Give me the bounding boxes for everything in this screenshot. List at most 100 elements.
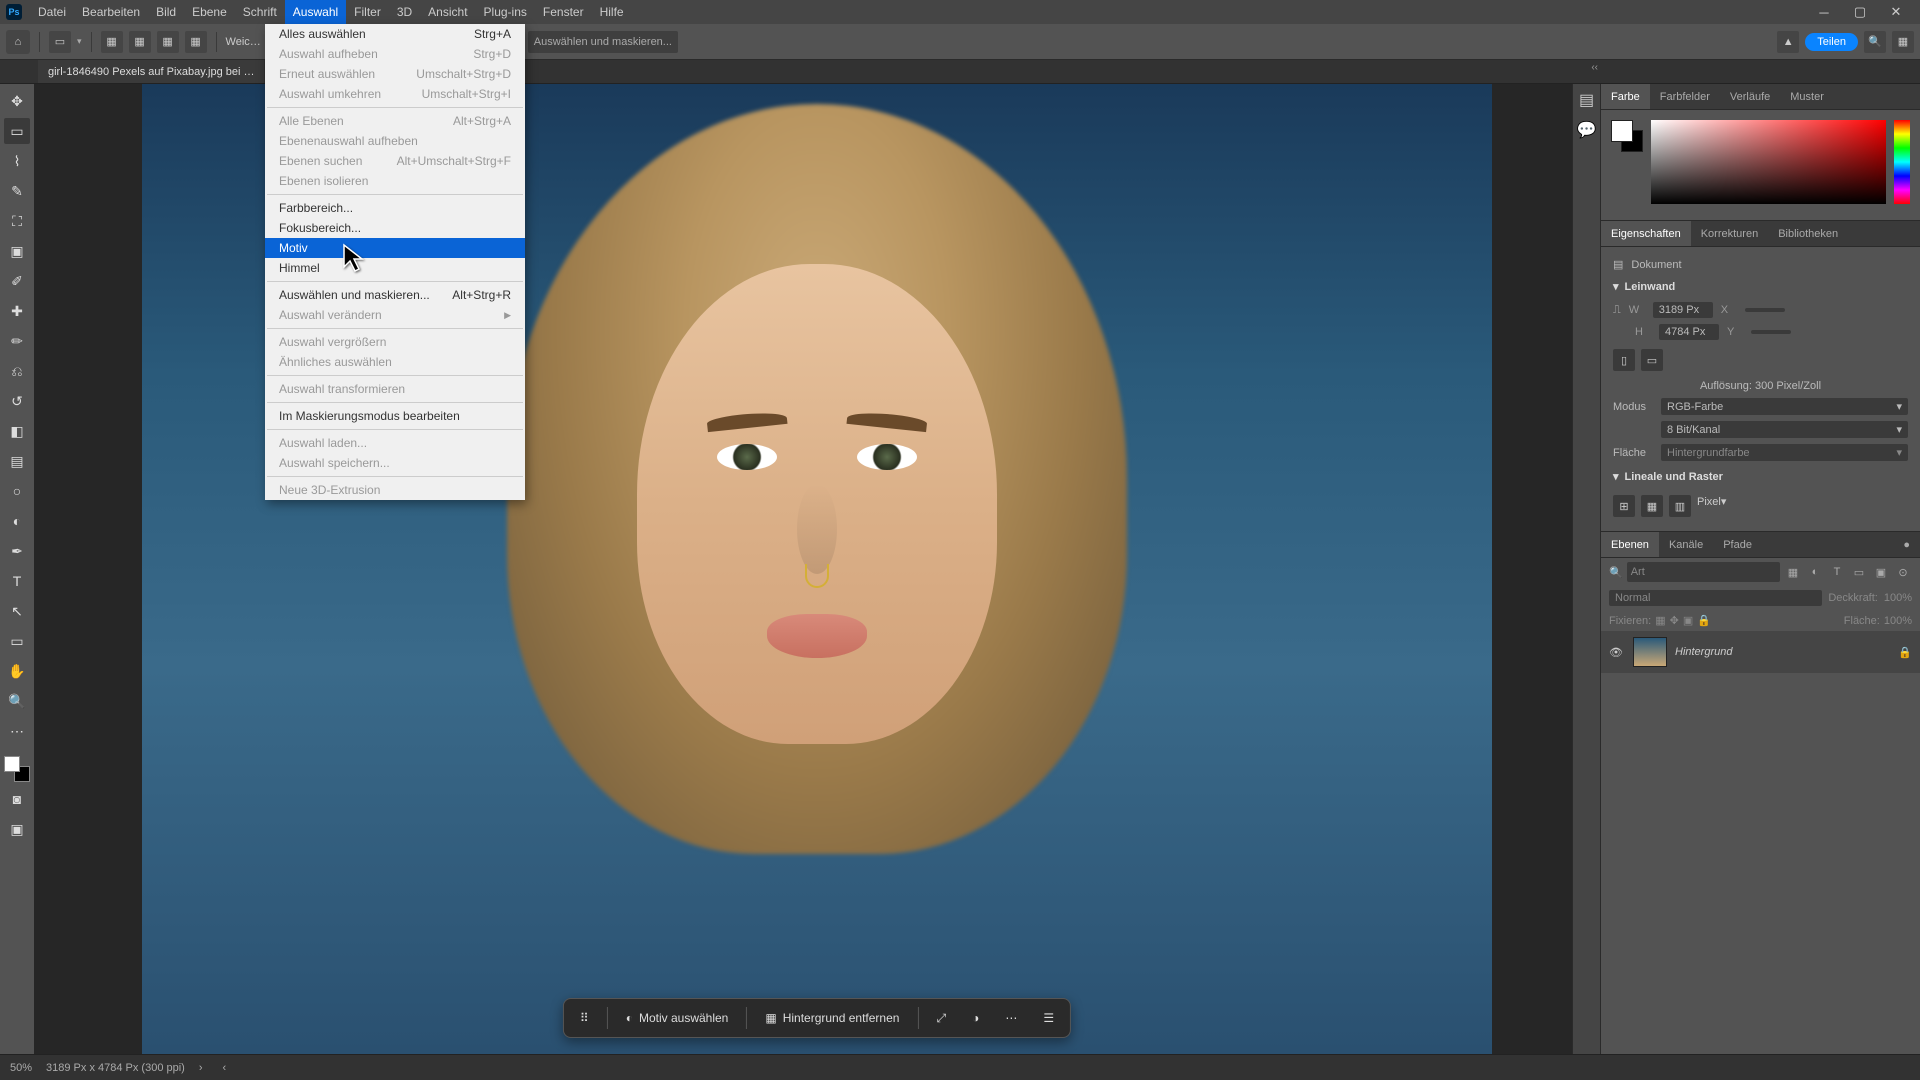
menu-hilfe[interactable]: Hilfe [592, 0, 632, 24]
history-brush-tool-icon[interactable]: ↺ [4, 388, 30, 414]
properties-toggle-icon[interactable]: ☰ [1035, 1007, 1062, 1029]
remove-background-button[interactable]: ▦ Hintergrund entfernen [757, 1007, 907, 1029]
collapse-panels-arrow-icon[interactable]: ‹‹ [1591, 62, 1598, 73]
dodge-tool-icon[interactable]: ◐ [4, 508, 30, 534]
hue-strip[interactable] [1894, 120, 1910, 204]
layers-panel-menu-icon[interactable]: ● [1893, 532, 1920, 557]
layer-row-background[interactable]: 👁 Hintergrund 🔒 [1601, 631, 1920, 673]
menu-ebene[interactable]: Ebene [184, 0, 235, 24]
collapsed-panel-icon-b[interactable]: 💬 [1577, 120, 1597, 140]
menu-filter[interactable]: Filter [346, 0, 389, 24]
menu-auswahl[interactable]: Auswahl [285, 0, 346, 24]
tab-bibliotheken[interactable]: Bibliotheken [1768, 221, 1848, 246]
crop-tool-icon[interactable]: ⛶ [4, 208, 30, 234]
cloud-docs-icon[interactable]: ▲ [1777, 31, 1799, 53]
filter-adjust-icon[interactable]: ◐ [1806, 563, 1824, 581]
menu-bearbeiten[interactable]: Bearbeiten [74, 0, 148, 24]
menu-datei[interactable]: Datei [30, 0, 74, 24]
menu-item[interactable]: Alles auswählenStrg+A [265, 24, 525, 44]
bit-depth-dropdown[interactable]: 8 Bit/Kanal▾ [1661, 421, 1908, 438]
new-selection-icon[interactable]: ▦ [101, 31, 123, 53]
adjustment-icon[interactable]: ◑ [964, 1007, 987, 1029]
foreground-swatch[interactable] [4, 756, 20, 772]
document-tab[interactable]: girl-1846490 Pexels auf Pixabay.jpg bei … [38, 60, 264, 83]
workspace-icon[interactable]: ▦ [1892, 31, 1914, 53]
grid-icon[interactable]: ▦ [1641, 495, 1663, 517]
lock-all-icon[interactable]: 🔒 [1697, 614, 1711, 627]
layer-fill-value[interactable]: 100% [1884, 615, 1912, 627]
healing-tool-icon[interactable]: ✚ [4, 298, 30, 324]
move-tool-icon[interactable]: ✥ [4, 88, 30, 114]
y-value[interactable] [1751, 330, 1791, 334]
blend-mode-dropdown[interactable]: Normal [1609, 590, 1822, 606]
edit-toolbar-icon[interactable]: ⋯ [4, 718, 30, 744]
shape-tool-icon[interactable]: ▭ [4, 628, 30, 654]
eraser-tool-icon[interactable]: ◧ [4, 418, 30, 444]
tab-korrekturen[interactable]: Korrekturen [1691, 221, 1768, 246]
menu-schrift[interactable]: Schrift [235, 0, 285, 24]
path-select-tool-icon[interactable]: ↖ [4, 598, 30, 624]
brush-tool-icon[interactable]: ✏ [4, 328, 30, 354]
color-swatch-pair[interactable] [1611, 120, 1643, 152]
menu-ansicht[interactable]: Ansicht [420, 0, 475, 24]
home-icon[interactable]: ⌂ [6, 30, 30, 54]
search-icon[interactable]: 🔍 [1864, 31, 1886, 53]
menu-fenster[interactable]: Fenster [535, 0, 592, 24]
blur-tool-icon[interactable]: ○ [4, 478, 30, 504]
share-button[interactable]: Teilen [1805, 33, 1858, 51]
menu-item[interactable]: Farbbereich... [265, 198, 525, 218]
orientation-portrait-icon[interactable]: ▯ [1613, 349, 1635, 371]
menu-item[interactable]: Himmel [265, 258, 525, 278]
fill-color-dropdown[interactable]: Hintergrundfarbe▾ [1661, 444, 1908, 461]
marquee-tool-icon[interactable]: ▭ [4, 118, 30, 144]
layer-filter-dropdown[interactable]: Art [1627, 562, 1780, 582]
opacity-value[interactable]: 100% [1884, 592, 1912, 604]
menu-item[interactable]: Motiv [265, 238, 525, 258]
lock-pixels-icon[interactable]: ▦ [1655, 614, 1665, 627]
color-field[interactable] [1651, 120, 1886, 204]
tab-kanaele[interactable]: Kanäle [1659, 532, 1713, 557]
lock-artboard-icon[interactable]: ▣ [1683, 614, 1693, 627]
height-value[interactable]: 4784 Px [1659, 324, 1719, 340]
screen-mode-icon[interactable]: ▣ [4, 816, 30, 842]
x-value[interactable] [1745, 308, 1785, 312]
more-options-icon[interactable]: ⋯ [997, 1007, 1025, 1029]
stamp-tool-icon[interactable]: ⎌ [4, 358, 30, 384]
add-selection-icon[interactable]: ▦ [129, 31, 151, 53]
menu-item[interactable]: Im Maskierungsmodus bearbeiten [265, 406, 525, 426]
tab-pfade[interactable]: Pfade [1713, 532, 1762, 557]
canvas-section-header[interactable]: ▾Leinwand [1613, 274, 1908, 299]
select-and-mask-button[interactable]: Auswählen und maskieren... [528, 31, 678, 53]
zoom-level[interactable]: 50% [10, 1062, 32, 1074]
type-tool-icon[interactable]: T [4, 568, 30, 594]
hand-tool-icon[interactable]: ✋ [4, 658, 30, 684]
window-maximize[interactable]: ▢ [1842, 0, 1878, 24]
menu-item[interactable]: Fokusbereich... [265, 218, 525, 238]
menu-item[interactable]: Auswählen und maskieren...Alt+Strg+R [265, 285, 525, 305]
layer-name[interactable]: Hintergrund [1675, 646, 1890, 658]
filter-image-icon[interactable]: ▦ [1784, 563, 1802, 581]
tool-preset-icon[interactable]: ▭ [49, 31, 71, 53]
filter-toggle[interactable]: ⊙ [1894, 563, 1912, 581]
quick-select-tool-icon[interactable]: ✎ [4, 178, 30, 204]
layer-lock-icon[interactable]: 🔒 [1898, 646, 1912, 659]
lock-position-icon[interactable]: ✥ [1670, 614, 1679, 627]
link-dims-icon[interactable]: ⎍ [1613, 304, 1621, 317]
tab-verlaeufe[interactable]: Verläufe [1720, 84, 1780, 109]
guides-icon[interactable]: ▥ [1669, 495, 1691, 517]
gradient-tool-icon[interactable]: ▤ [4, 448, 30, 474]
lasso-tool-icon[interactable]: ⌇ [4, 148, 30, 174]
transform-icon[interactable]: ⤢ [928, 1007, 954, 1030]
zoom-tool-icon[interactable]: 🔍 [4, 688, 30, 714]
tab-farbfelder[interactable]: Farbfelder [1650, 84, 1720, 109]
rulers-section-header[interactable]: ▾Lineale und Raster [1613, 464, 1908, 489]
intersect-selection-icon[interactable]: ▦ [185, 31, 207, 53]
color-swatches[interactable] [4, 756, 30, 782]
menu-plug-ins[interactable]: Plug-ins [476, 0, 535, 24]
filter-shape-icon[interactable]: ▭ [1850, 563, 1868, 581]
orientation-landscape-icon[interactable]: ▭ [1641, 349, 1663, 371]
filter-smart-icon[interactable]: ▣ [1872, 563, 1890, 581]
window-close[interactable]: ✕ [1878, 0, 1914, 24]
collapsed-panel-icon-a[interactable]: ▤ [1577, 90, 1597, 110]
width-value[interactable]: 3189 Px [1653, 302, 1713, 318]
